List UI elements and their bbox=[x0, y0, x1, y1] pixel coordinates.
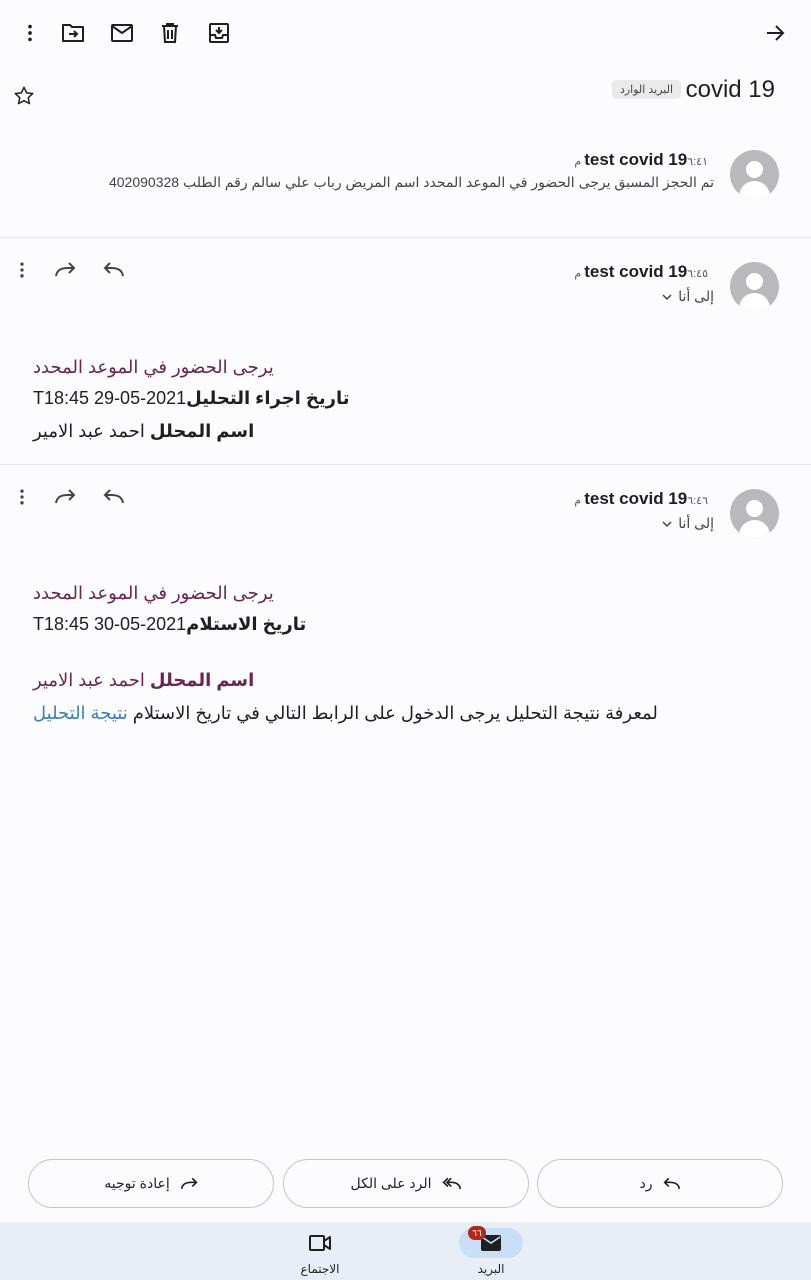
subject-row: البريد الوارد covid 19 bbox=[0, 70, 811, 118]
body-value: احمد عبد الامير bbox=[33, 421, 145, 441]
mark-unread-icon[interactable] bbox=[110, 23, 134, 43]
sender-avatar bbox=[730, 150, 779, 199]
more-vert-icon[interactable] bbox=[12, 487, 32, 507]
forward-label: إعادة توجيه bbox=[104, 1175, 170, 1191]
body-bold-label: تاريخ اجراء التحليل bbox=[186, 388, 350, 408]
reply-icon bbox=[662, 1177, 681, 1191]
recipient-line[interactable]: إلى أنا bbox=[662, 288, 714, 305]
message-expanded: test covid 19٦:٤٥ م إلى أنا يرجى الحضور … bbox=[0, 238, 811, 464]
move-to-icon[interactable] bbox=[61, 22, 85, 44]
more-vert-icon[interactable] bbox=[19, 22, 41, 44]
nav-meet[interactable]: الاجتماع bbox=[270, 1222, 370, 1280]
delete-icon[interactable] bbox=[160, 22, 180, 44]
body-value: احمد عبد الامير bbox=[33, 670, 145, 690]
body-bold-label: تاريخ الاستلام bbox=[186, 614, 307, 634]
body-line: تاريخ اجراء التحليلT18:45 29-05-2021 bbox=[33, 388, 349, 409]
sender-avatar bbox=[730, 489, 779, 538]
more-vert-icon[interactable] bbox=[12, 260, 32, 280]
forward-icon bbox=[180, 1177, 198, 1191]
archive-icon[interactable] bbox=[208, 22, 230, 44]
sender-name: test covid 19 bbox=[584, 262, 688, 281]
body-line: اسم المحلل احمد عبد الامير bbox=[33, 421, 254, 442]
forward-button[interactable]: إعادة توجيه bbox=[28, 1159, 274, 1208]
star-outline-icon[interactable] bbox=[13, 85, 35, 107]
top-toolbar bbox=[0, 0, 811, 66]
message-snippet: تم الحجز المسبق يرجى الحضور في الموعد ال… bbox=[108, 174, 714, 190]
email-subject: covid 19 bbox=[685, 76, 775, 103]
reply-label: رد bbox=[639, 1175, 653, 1191]
recipient-text: إلى أنا bbox=[678, 288, 714, 304]
sender-line: test covid 19٦:٤٥ م bbox=[574, 262, 714, 282]
reply-icon[interactable] bbox=[103, 489, 125, 505]
body-bold-label: اسم المحلل bbox=[149, 421, 255, 441]
body-bold-label: اسم المحلل bbox=[149, 670, 255, 690]
inbox-label-chip[interactable]: البريد الوارد bbox=[611, 80, 681, 99]
recipient-line[interactable]: إلى أنا bbox=[662, 515, 714, 532]
reply-all-label: الرد على الكل bbox=[350, 1175, 432, 1191]
body-text: لمعرفة نتيجة التحليل يرجى الدخول على الر… bbox=[132, 703, 658, 723]
reply-button[interactable]: رد bbox=[537, 1159, 783, 1208]
video-camera-icon bbox=[309, 1234, 331, 1252]
forward-icon[interactable] bbox=[54, 262, 76, 278]
body-line: تاريخ الاستلامT18:45 30-05-2021 bbox=[33, 614, 306, 635]
body-line: يرجى الحضور في الموعد المحدد bbox=[33, 583, 274, 603]
message-expanded: test covid 19٦:٤٦ م إلى أنا يرجى الحضور … bbox=[0, 465, 811, 745]
reply-all-button[interactable]: الرد على الكل bbox=[283, 1159, 529, 1208]
result-link[interactable]: نتيجة التحليل bbox=[33, 703, 128, 723]
forward-icon[interactable] bbox=[54, 489, 76, 505]
back-arrow-icon[interactable] bbox=[764, 22, 786, 44]
chevron-down-icon[interactable] bbox=[662, 288, 672, 304]
recipient-text: إلى أنا bbox=[678, 515, 714, 531]
nav-mail[interactable]: ٦٦ البريد bbox=[441, 1222, 541, 1280]
chevron-down-icon[interactable] bbox=[662, 515, 672, 531]
nav-meet-label: الاجتماع bbox=[300, 1262, 340, 1276]
reply-all-icon bbox=[442, 1177, 462, 1191]
sender-name: test covid 19 bbox=[584, 489, 688, 508]
body-line: يرجى الحضور في الموعد المحدد bbox=[33, 357, 274, 377]
body-value: T18:45 30-05-2021 bbox=[33, 614, 187, 634]
bottom-navigation: الاجتماع ٦٦ البريد bbox=[0, 1222, 811, 1280]
body-line: اسم المحلل احمد عبد الامير bbox=[33, 670, 254, 691]
unread-count-badge: ٦٦ bbox=[468, 1226, 486, 1240]
message-collapsed[interactable]: test covid 19٦:٤١ م تم الحجز المسبق يرجى… bbox=[0, 130, 811, 237]
sender-name: test covid 19 bbox=[584, 150, 688, 169]
sender-line: test covid 19٦:٤٦ م bbox=[574, 489, 714, 509]
sender-line: test covid 19٦:٤١ م bbox=[574, 150, 714, 170]
body-value: T18:45 29-05-2021 bbox=[33, 388, 187, 408]
body-line: لمعرفة نتيجة التحليل يرجى الدخول على الر… bbox=[33, 703, 658, 724]
sender-avatar bbox=[730, 262, 779, 311]
reply-icon[interactable] bbox=[103, 262, 125, 278]
nav-mail-label: البريد bbox=[477, 1262, 505, 1276]
